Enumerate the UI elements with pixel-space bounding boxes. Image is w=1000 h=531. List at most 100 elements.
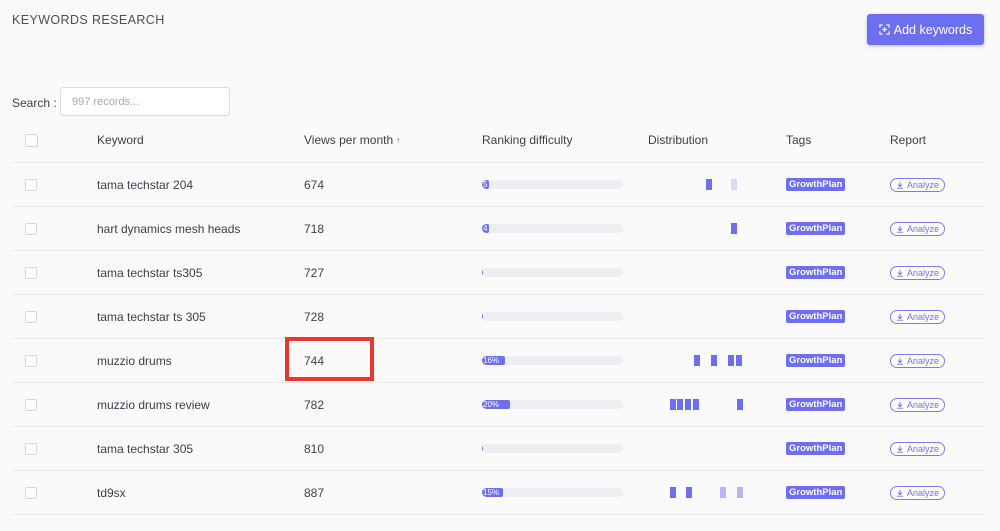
add-keywords-label: Add keywords	[893, 22, 973, 37]
keyword-cell: tama techstar ts305	[97, 265, 203, 280]
distribution-cell	[648, 339, 758, 382]
views-cell: 718	[304, 221, 325, 236]
views-cell: 782	[304, 397, 325, 412]
distribution-cell	[648, 427, 758, 470]
table-row: td9sx 887 15% GrowthPlan Analyze	[12, 471, 984, 515]
row-checkbox[interactable]	[25, 178, 37, 191]
distribution-bar	[686, 486, 692, 498]
search-input[interactable]	[60, 87, 230, 116]
tag-badge[interactable]: GrowthPlan	[786, 442, 846, 455]
download-icon	[896, 225, 904, 233]
ranking-fill: 16%	[482, 356, 505, 365]
analyze-button[interactable]: Analyze	[890, 485, 946, 500]
distribution-cell	[648, 207, 758, 250]
distribution-bar	[706, 178, 712, 190]
ranking-bar	[482, 312, 623, 321]
download-icon	[896, 445, 904, 453]
tag-badge[interactable]: GrowthPlan	[786, 486, 846, 499]
add-keywords-button[interactable]: Add keywords	[867, 14, 984, 45]
distribution-bar	[731, 178, 737, 190]
distribution-chart	[648, 311, 758, 323]
distribution-chart	[648, 178, 758, 191]
tag-badge[interactable]: GrowthPlan	[786, 266, 846, 279]
ranking-bar: 15%	[482, 488, 623, 497]
download-icon	[896, 181, 904, 189]
ranking-bar	[482, 444, 623, 453]
keyword-cell: muzzio drums	[97, 353, 172, 368]
ranking-cell	[482, 251, 623, 294]
distribution-cell	[648, 251, 758, 294]
tag-badge[interactable]: GrowthPlan	[786, 398, 846, 411]
row-checkbox[interactable]	[25, 442, 37, 455]
distribution-bar	[677, 398, 683, 410]
column-header-tags[interactable]: Tags	[786, 118, 811, 162]
tag-badge[interactable]: GrowthPlan	[786, 354, 846, 367]
ranking-fill	[482, 312, 483, 321]
distribution-cell	[648, 383, 758, 426]
tag-badge[interactable]: GrowthPlan	[786, 310, 846, 323]
column-header-report[interactable]: Report	[890, 118, 926, 162]
distribution-bar	[731, 222, 737, 234]
distribution-cell	[648, 295, 758, 338]
table-row: muzzio drums 744 16% GrowthPlan Analyze	[12, 339, 984, 383]
ranking-cell: 5	[482, 163, 623, 206]
row-checkbox[interactable]	[25, 310, 37, 323]
ranking-bar: 20%	[482, 400, 623, 409]
distribution-chart	[648, 443, 758, 455]
download-icon	[896, 313, 904, 321]
column-header-views[interactable]: Views per month ↑	[304, 118, 400, 162]
ranking-fill	[482, 268, 483, 277]
ranking-bar	[482, 268, 623, 277]
views-cell: 727	[304, 265, 325, 280]
scan-plus-icon	[879, 24, 890, 35]
ranking-fill: 5	[482, 180, 490, 189]
column-header-keyword[interactable]: Keyword	[97, 118, 144, 162]
analyze-button[interactable]: Analyze	[890, 265, 946, 280]
distribution-chart	[648, 222, 758, 235]
analyze-button[interactable]: Analyze	[890, 397, 946, 412]
distribution-bar	[737, 398, 743, 410]
select-all-checkbox[interactable]	[25, 133, 38, 147]
distribution-bar	[737, 486, 743, 498]
tag-badge[interactable]: GrowthPlan	[786, 178, 846, 191]
download-icon	[896, 269, 904, 277]
analyze-button[interactable]: Analyze	[890, 353, 946, 368]
keyword-cell: tama techstar 305	[97, 441, 194, 456]
keyword-cell: tama techstar ts 305	[97, 309, 206, 324]
analyze-button[interactable]: Analyze	[890, 177, 946, 192]
table-row: hart dynamics mesh heads 718 4 GrowthPla…	[12, 207, 984, 251]
row-checkbox[interactable]	[25, 222, 37, 235]
row-checkbox[interactable]	[25, 486, 37, 499]
ranking-bar: 4	[482, 224, 623, 233]
ranking-cell: 15%	[482, 471, 623, 514]
views-cell: 728	[304, 309, 325, 324]
distribution-bar	[711, 354, 717, 366]
ranking-fill: 4	[482, 224, 489, 233]
ranking-bar: 5	[482, 180, 623, 189]
distribution-bar	[728, 354, 734, 366]
analyze-button[interactable]: Analyze	[890, 309, 946, 324]
arrow-up-icon: ↑	[396, 135, 401, 145]
row-checkbox[interactable]	[25, 266, 37, 279]
ranking-cell: 20%	[482, 383, 623, 426]
analyze-button[interactable]: Analyze	[890, 441, 946, 456]
distribution-bar	[693, 398, 699, 410]
views-cell: 810	[304, 441, 325, 456]
keyword-cell: tama techstar 204	[97, 177, 194, 192]
row-checkbox[interactable]	[25, 398, 37, 411]
distribution-bar	[670, 486, 676, 498]
table-row: tama techstar 305 810 GrowthPlan Analyze	[12, 427, 984, 471]
distribution-chart	[648, 486, 758, 499]
tag-badge[interactable]: GrowthPlan	[786, 222, 846, 235]
distribution-bar	[694, 354, 700, 366]
analyze-button[interactable]: Analyze	[890, 221, 946, 236]
search-label: Search :	[12, 96, 57, 110]
column-header-distribution[interactable]: Distribution	[648, 118, 708, 162]
distribution-bar	[736, 354, 742, 366]
ranking-fill: 15%	[482, 488, 504, 497]
views-cell: 674	[304, 177, 325, 192]
column-header-ranking[interactable]: Ranking difficulty	[482, 118, 573, 162]
row-checkbox[interactable]	[25, 354, 37, 367]
ranking-fill: 20%	[482, 400, 511, 409]
page-title: KEYWORDS RESEARCH	[12, 13, 165, 27]
